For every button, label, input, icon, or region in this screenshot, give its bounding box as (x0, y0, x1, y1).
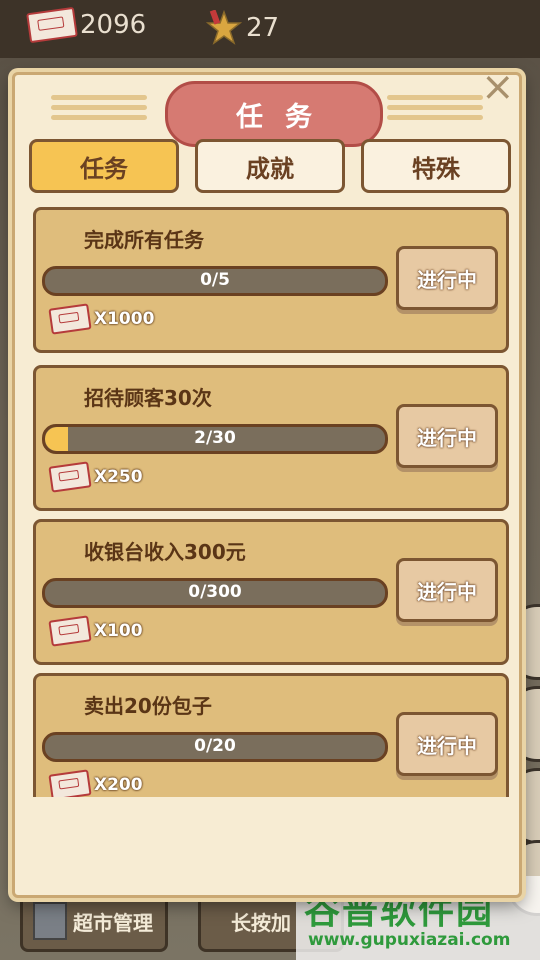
market-management-button[interactable]: 超市管理 (20, 890, 168, 952)
tab-achievements[interactable]: 成就 (195, 139, 345, 193)
task-card: 收银台收入300元 0/300 X100 进行中 (33, 519, 509, 665)
watermark-url: www.gupuxiazai.com (308, 930, 511, 950)
task-name: 收银台收入300元 (84, 540, 246, 564)
progress-bar: 0/300 (42, 578, 388, 608)
progress-bar: 2/30 (42, 424, 388, 454)
task-name: 招待顾客30次 (84, 386, 212, 410)
in-progress-button[interactable]: 进行中 (396, 246, 498, 310)
tab-bar: 任务 成就 特殊 (29, 139, 511, 193)
dialog-title-badge: 任务 (165, 81, 383, 147)
title-ornament-left (51, 95, 147, 129)
reward-amount: X250 (94, 467, 143, 487)
ticket-icon (48, 769, 92, 797)
task-reward: X200 (48, 769, 143, 797)
progress-bar: 0/5 (42, 266, 388, 296)
reward-amount: X1000 (94, 309, 155, 329)
ticket-icon (48, 461, 92, 493)
title-ornament-right (387, 95, 483, 129)
in-progress-button[interactable]: 进行中 (396, 404, 498, 468)
ticket-icon (48, 303, 92, 335)
top-hud: 2096 27 (0, 0, 540, 58)
reward-amount: X200 (94, 775, 143, 795)
reward-amount: X100 (94, 621, 143, 641)
ticket-count: 2096 (80, 10, 147, 40)
progress-text: 0/300 (188, 582, 242, 602)
task-reward: X1000 (48, 303, 155, 335)
star-counter: 27 (205, 9, 280, 46)
ticket-icon (48, 615, 92, 647)
progress-text: 2/30 (194, 428, 236, 448)
task-reward: X250 (48, 461, 143, 493)
boost-label: 长按加 (231, 910, 291, 935)
task-name: 卖出20份包子 (84, 694, 212, 718)
tab-tasks[interactable]: 任务 (29, 139, 179, 193)
market-label: 超市管理 (73, 910, 153, 935)
store-icon (33, 902, 67, 940)
progress-text: 0/5 (200, 270, 230, 290)
progress-text: 0/20 (194, 736, 236, 756)
ticket-icon (26, 6, 78, 44)
ticket-counter: 2096 (26, 6, 147, 44)
star-count: 27 (246, 13, 280, 43)
task-card: 招待顾客30次 2/30 X250 进行中 (33, 365, 509, 511)
star-icon (205, 9, 243, 46)
task-reward: X100 (48, 615, 143, 647)
task-card: 完成所有任务 0/5 X1000 进行中 (33, 207, 509, 353)
dialog-title: 任务 (236, 101, 334, 133)
tab-special[interactable]: 特殊 (361, 139, 511, 193)
task-card: 卖出20份包子 0/20 X200 进行中 (33, 673, 509, 797)
task-dialog: 任务 × 任务 成就 特殊 完成所有任务 0/5 X1000 进行中 招待顾客3… (12, 67, 522, 898)
task-list[interactable]: 完成所有任务 0/5 X1000 进行中 招待顾客30次 2/30 X250 进… (33, 207, 509, 797)
in-progress-button[interactable]: 进行中 (396, 558, 498, 622)
progress-bar: 0/20 (42, 732, 388, 762)
close-icon[interactable]: × (481, 67, 515, 107)
task-name: 完成所有任务 (84, 228, 204, 252)
in-progress-button[interactable]: 进行中 (396, 712, 498, 776)
